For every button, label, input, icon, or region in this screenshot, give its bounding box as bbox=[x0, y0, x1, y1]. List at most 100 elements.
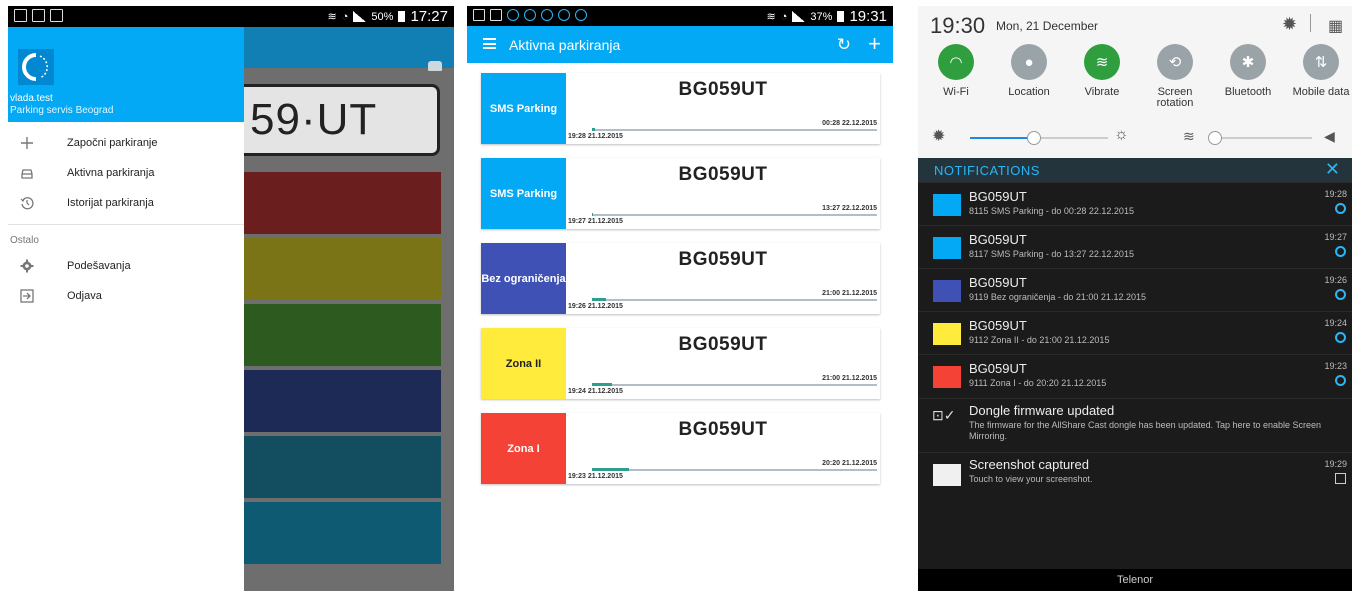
start-time: 19:28 21.12.2015 bbox=[568, 133, 623, 140]
settings-gear-icon[interactable]: ✹ bbox=[1282, 14, 1297, 35]
screenshot-notification[interactable]: Screenshot captured Touch to view your s… bbox=[918, 452, 1352, 494]
app-notification-icon bbox=[558, 9, 570, 21]
brightness-thumb[interactable] bbox=[1027, 131, 1041, 145]
drawer-company: Parking servis Beograd bbox=[10, 105, 114, 116]
zone-color-swatch bbox=[933, 194, 961, 216]
drawer-item-active-parkings[interactable]: Aktivna parkiranja bbox=[8, 158, 244, 188]
volume-thumb[interactable] bbox=[1208, 131, 1222, 145]
parking-notification[interactable]: BG059UT 8115 SMS Parking - do 00:28 22.12… bbox=[918, 182, 1352, 224]
app-notification-icon bbox=[507, 9, 519, 21]
notification-title: BG059UT bbox=[969, 318, 1027, 333]
history-icon bbox=[20, 196, 34, 210]
volume-slider[interactable] bbox=[1208, 131, 1312, 145]
shade-date: Mon, 21 December bbox=[996, 19, 1099, 33]
close-icon[interactable]: ✕ bbox=[1325, 159, 1340, 180]
background-license-plate: 59·UT bbox=[244, 84, 440, 156]
plate-number: BG059UT bbox=[678, 334, 768, 355]
screenshot-thumbnail bbox=[933, 464, 961, 486]
quick-setting-bluetooth[interactable]: ✱ Bluetooth bbox=[1213, 44, 1283, 98]
brightness-volume-row: ✹ ☼ ≋ ◀ bbox=[918, 116, 1352, 158]
notification-time: 19:27 bbox=[1324, 232, 1347, 242]
bluetooth-icon: ✱ bbox=[1230, 44, 1266, 80]
app-notification-icon bbox=[1335, 203, 1346, 214]
page-title: Aktivna parkiranja bbox=[509, 37, 621, 53]
app-notification-icon bbox=[1335, 246, 1346, 257]
quick-setting-label: Location bbox=[1008, 86, 1050, 98]
auto-brightness-icon[interactable]: ☼ bbox=[1114, 126, 1129, 144]
battery-percent: 37% bbox=[810, 10, 833, 23]
dongle-notification[interactable]: ⊡✓ Dongle firmware updated The firmware … bbox=[918, 398, 1352, 452]
signal-icon bbox=[353, 11, 367, 22]
parking-notification[interactable]: BG059UT 9119 Bez ograničenja - do 21:00 2… bbox=[918, 268, 1352, 310]
parking-card[interactable]: SMS Parking BG059UT 00:28 22.12.2015 19:28 … bbox=[481, 73, 880, 144]
progress-bar bbox=[592, 383, 877, 386]
edit-tiles-icon[interactable]: ▦ bbox=[1328, 16, 1343, 36]
parking-notification[interactable]: BG059UT 9111 Zona I - do 20:20 21.12.2015… bbox=[918, 354, 1352, 396]
wifi-status-icon: ◔ bbox=[780, 10, 788, 23]
parking-card[interactable]: SMS Parking BG059UT 13:27 22.12.2015 19:27 … bbox=[481, 158, 880, 229]
progress-bar bbox=[592, 128, 877, 131]
mobile-data-icon: ⇅ bbox=[1303, 44, 1339, 80]
drawer-section-label: Ostalo bbox=[10, 235, 39, 246]
quick-setting-mobile-data[interactable]: ⇅ Mobile data bbox=[1286, 44, 1352, 98]
screenshot-icon bbox=[50, 9, 63, 22]
quick-setting-wifi[interactable]: ◠ Wi-Fi bbox=[921, 44, 991, 98]
drawer-item-settings[interactable]: Podešavanja bbox=[8, 251, 244, 281]
progress-bar bbox=[592, 298, 877, 301]
zone-color-swatch bbox=[933, 237, 961, 259]
parking-notification[interactable]: BG059UT 8117 SMS Parking - do 13:27 22.12… bbox=[918, 225, 1352, 267]
end-time: 00:28 22.12.2015 bbox=[822, 120, 877, 127]
notification-desc: 9112 Zona II - do 21:00 21.12.2015 bbox=[969, 335, 1110, 345]
vibrate-status-icon: ≋ bbox=[766, 11, 776, 23]
drawer-username: vlada.test bbox=[10, 93, 53, 104]
zone-label: SMS Parking bbox=[481, 73, 566, 144]
parking-card[interactable]: Zona II BG059UT 21:00 21.12.2015 19:24 21.1… bbox=[481, 328, 880, 399]
plate-number: BG059UT bbox=[678, 419, 768, 440]
drawer-item-parking-history[interactable]: Istorijat parkiranja bbox=[8, 188, 244, 218]
notification-title: Dongle firmware updated bbox=[969, 403, 1115, 418]
background-zone-tile bbox=[244, 502, 441, 564]
app-notification-icon bbox=[1335, 375, 1346, 386]
zone-color-swatch bbox=[933, 366, 961, 388]
notification-time: 19:29 bbox=[1324, 459, 1347, 469]
drawer-header: vlada.test Parking servis Beograd bbox=[8, 27, 244, 122]
menu-icon[interactable] bbox=[483, 38, 496, 49]
quick-setting-rotation[interactable]: ⟲ Screen rotation bbox=[1140, 44, 1210, 109]
sound-settings-icon[interactable]: ◀ bbox=[1324, 128, 1335, 145]
car-icon bbox=[20, 166, 34, 180]
brightness-slider[interactable] bbox=[970, 131, 1108, 145]
end-time: 13:27 22.12.2015 bbox=[822, 205, 877, 212]
notification-time: 19:24 bbox=[1324, 318, 1347, 328]
brightness-icon: ✹ bbox=[932, 128, 946, 145]
zone-label: Zona I bbox=[481, 413, 566, 484]
vibrate-icon: ≋ bbox=[1183, 128, 1195, 144]
quick-setting-location[interactable]: ● Location bbox=[994, 44, 1064, 98]
parking-card[interactable]: Bez ograničenja BG059UT 21:00 21.12.2015 19… bbox=[481, 243, 880, 314]
parking-notification[interactable]: BG059UT 9112 Zona II - do 21:00 21.12.201… bbox=[918, 311, 1352, 353]
zone-label: SMS Parking bbox=[481, 158, 566, 229]
status-bar: ≋ ◔ 37% 19:31 bbox=[467, 6, 893, 26]
start-time: 19:23 21.12.2015 bbox=[568, 473, 623, 480]
notification-title: BG059UT bbox=[969, 361, 1027, 376]
background-zone-tile bbox=[244, 370, 441, 432]
add-icon[interactable]: + bbox=[868, 31, 881, 57]
vibrate-status-icon: ≋ bbox=[327, 11, 337, 23]
app-notification-icon bbox=[575, 9, 587, 21]
start-time: 19:27 21.12.2015 bbox=[568, 218, 623, 225]
refresh-icon[interactable]: ↻ bbox=[837, 35, 851, 55]
image-icon bbox=[32, 9, 45, 22]
nav-drawer: vlada.test Parking servis Beograd Započn… bbox=[8, 27, 244, 591]
drawer-item-logout[interactable]: Odjava bbox=[8, 281, 244, 311]
progress-fill bbox=[592, 128, 595, 131]
notification-time: 19:26 bbox=[1324, 275, 1347, 285]
end-time: 20:20 21.12.2015 bbox=[822, 460, 877, 467]
quick-setting-label: Mobile data bbox=[1292, 86, 1350, 98]
parking-card[interactable]: Zona I BG059UT 20:20 21.12.2015 19:23 21.12… bbox=[481, 413, 880, 484]
quick-setting-vibrate[interactable]: ≋ Vibrate bbox=[1067, 44, 1137, 98]
drawer-item-start-parking[interactable]: Započni parkiranje bbox=[8, 128, 244, 158]
background-zone-tile bbox=[244, 304, 441, 366]
notification-desc: 9119 Bez ograničenja - do 21:00 21.12.20… bbox=[969, 292, 1146, 302]
zone-color-swatch bbox=[933, 323, 961, 345]
app-notification-icon bbox=[1335, 289, 1346, 300]
drawer-item-label: Istorijat parkiranja bbox=[67, 197, 154, 209]
